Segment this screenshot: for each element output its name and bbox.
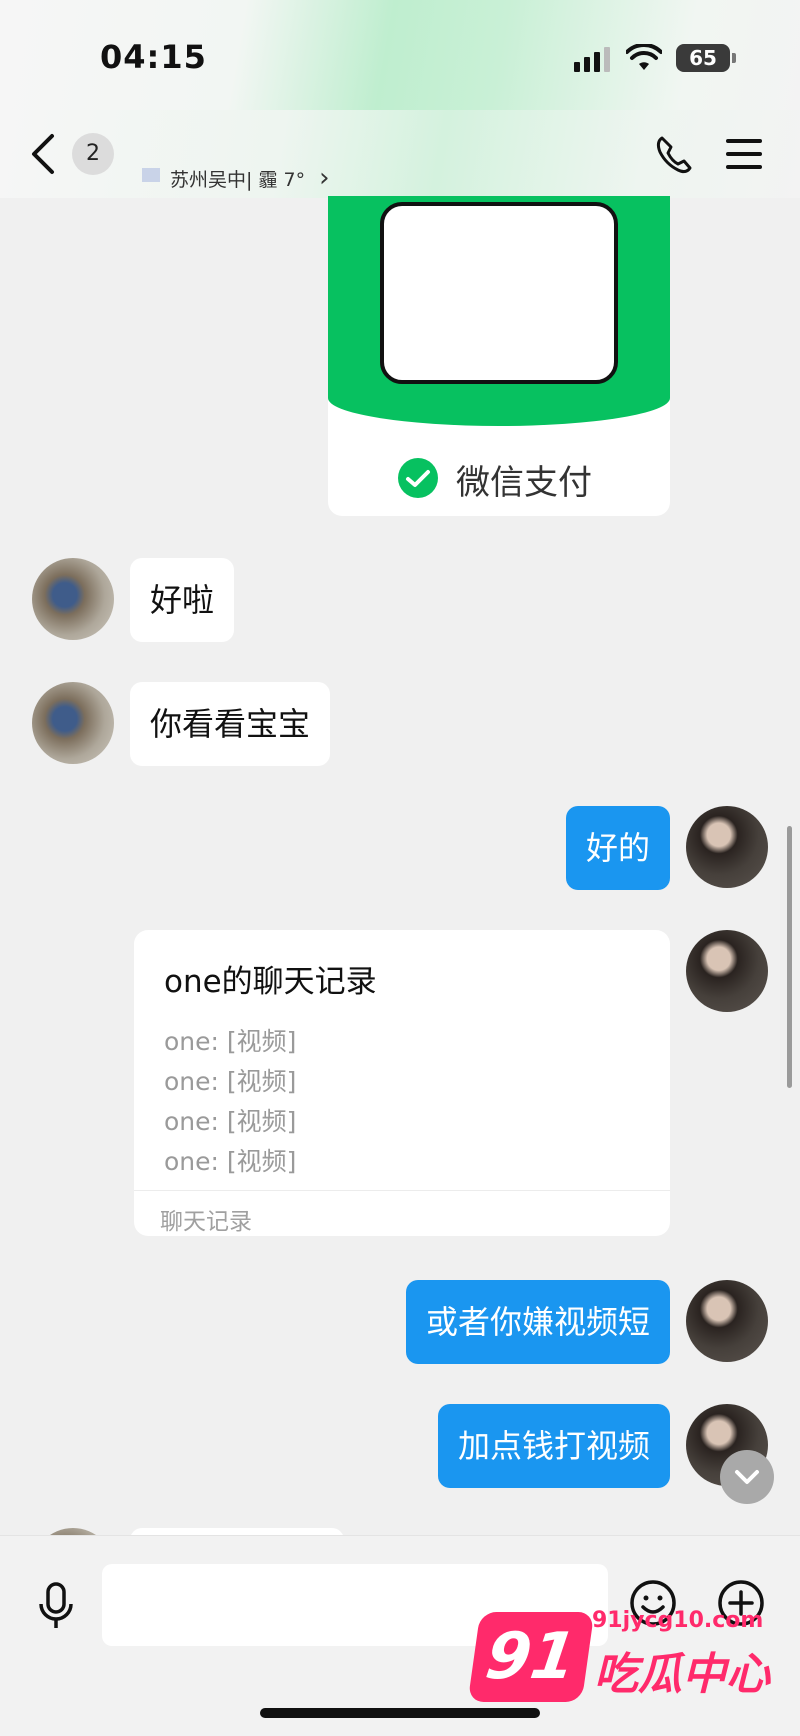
wechat-pay-label: 微信支付	[456, 463, 592, 503]
battery-tip	[732, 53, 736, 63]
watermark-brand: 吃瓜中心	[594, 1649, 770, 1700]
self-avatar[interactable]	[686, 806, 768, 888]
watermark-logo: 91	[467, 1612, 595, 1702]
contact-avatar[interactable]	[32, 682, 114, 764]
self-avatar[interactable]	[686, 1280, 768, 1362]
signal-icon	[574, 47, 610, 72]
chevron-down-icon	[735, 1470, 759, 1484]
battery-indicator: 65	[676, 44, 730, 72]
unread-count-badge[interactable]: 2	[72, 133, 114, 175]
microphone-icon[interactable]	[36, 1582, 76, 1630]
menu-icon[interactable]	[724, 136, 764, 172]
wechat-pay-icon	[398, 458, 438, 498]
outgoing-message[interactable]: 或者你嫌视频短	[405, 1280, 670, 1364]
location-text: 苏州吴中| 霾 7°	[170, 169, 306, 191]
qr-code-redacted	[380, 202, 618, 384]
chat-record-line: one: [视频]	[164, 1147, 297, 1176]
chevron-right-icon: ›	[319, 163, 330, 193]
outgoing-message[interactable]: 加点钱打视频	[437, 1404, 670, 1488]
phone-call-icon[interactable]	[652, 132, 696, 176]
chat-record-line: one: [视频]	[164, 1107, 297, 1136]
chat-record-line: one: [视频]	[164, 1067, 297, 1096]
scrollbar[interactable]	[787, 826, 792, 1088]
incoming-message[interactable]: 你看看宝宝	[130, 682, 331, 766]
self-avatar[interactable]	[686, 930, 768, 1012]
wifi-icon	[626, 44, 662, 70]
outgoing-message[interactable]: 好的	[565, 806, 670, 890]
chat-record-divider	[134, 1190, 670, 1191]
chat-record-line: one: [视频]	[164, 1027, 297, 1056]
location-weather-label[interactable]: 苏州吴中| 霾 7° ›	[142, 163, 330, 193]
chat-record-title: one的聊天记录	[164, 964, 377, 1000]
status-time: 04:15	[100, 38, 207, 76]
incoming-message[interactable]: 好啦	[130, 558, 235, 642]
watermark-url: 91jycg10.com	[592, 1608, 764, 1633]
home-indicator[interactable]	[260, 1708, 540, 1718]
contact-avatar[interactable]	[32, 558, 114, 640]
back-icon[interactable]	[28, 132, 58, 176]
scroll-to-bottom-button[interactable]	[720, 1450, 774, 1504]
chat-record-footer: 聊天记录	[160, 1209, 252, 1235]
